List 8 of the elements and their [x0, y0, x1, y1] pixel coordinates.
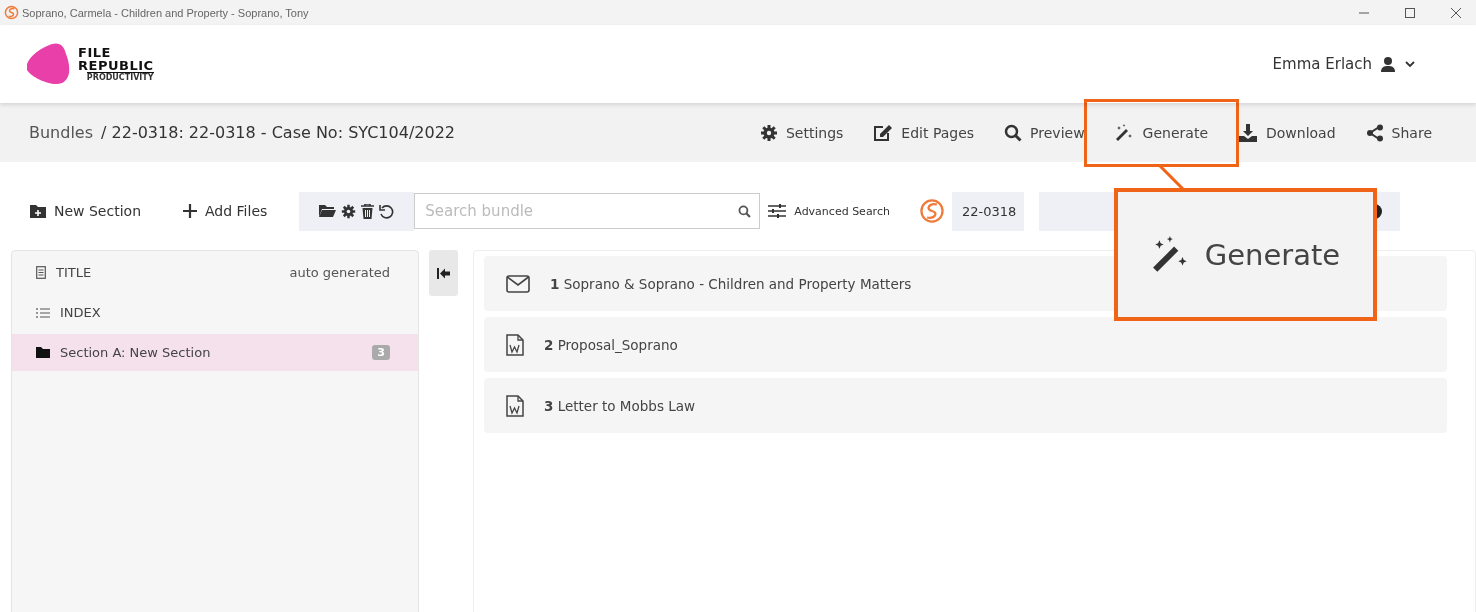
window-title: Soprano, Carmela - Children and Property - Soprano, Tony	[22, 6, 309, 19]
breadcrumb-current: / 22-0318: 22-0318 - Case No: SYC104/2022	[101, 123, 455, 142]
count-badge: 3	[372, 345, 390, 360]
logo-text: REPUBLIC	[78, 59, 154, 72]
logo-text: FILE	[78, 46, 112, 59]
logo-tagline: PRODUCTIVITY	[86, 72, 154, 82]
item-note: auto generated	[289, 265, 390, 280]
bundle-ref: 22-0318	[961, 203, 1017, 219]
